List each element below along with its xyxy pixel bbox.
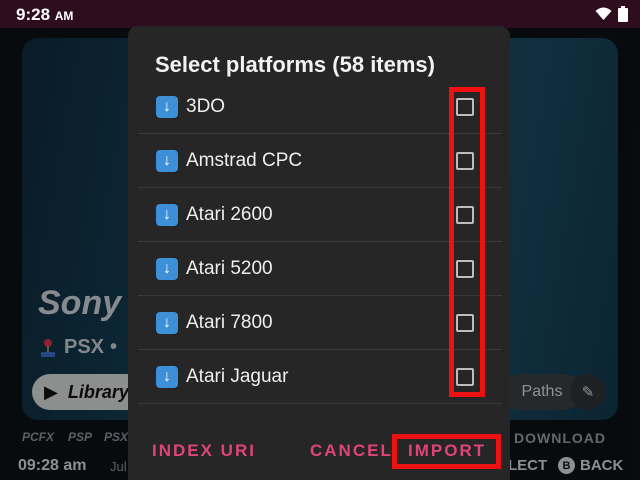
system-icons — [595, 6, 628, 22]
platform-label: Amstrad CPC — [186, 149, 303, 171]
download-arrow-icon: ↓ — [156, 365, 178, 388]
download-arrow-icon: ↓ — [156, 257, 178, 280]
list-item[interactable]: ↓ Atari 2600 — [138, 188, 502, 242]
platform-label: 3DO — [186, 95, 226, 117]
list-item[interactable]: ↓ Atari 5200 — [138, 242, 502, 296]
battery-icon — [618, 6, 628, 22]
download-arrow-icon: ↓ — [156, 149, 178, 172]
status-clock: 9:28 AM — [16, 5, 73, 25]
index-uri-button[interactable]: INDEX URI — [152, 441, 256, 461]
cancel-button[interactable]: CANCEL — [310, 441, 393, 461]
list-item[interactable]: ↓ Atari 7800 — [138, 296, 502, 350]
wifi-icon — [595, 7, 612, 20]
status-bar: 9:28 AM — [0, 0, 640, 28]
platform-label: Atari Jaguar — [186, 365, 289, 387]
download-arrow-icon: ↓ — [156, 95, 178, 118]
list-item[interactable]: ↓ Atari Jaguar — [138, 350, 502, 404]
status-ampm: AM — [54, 9, 74, 23]
platform-label: Atari 2600 — [186, 203, 273, 225]
list-item[interactable]: ↓ 3DO — [138, 80, 502, 134]
status-time: 9:28 — [16, 5, 51, 24]
import-button[interactable]: IMPORT — [392, 434, 502, 469]
platform-label: Atari 5200 — [186, 257, 273, 279]
download-arrow-icon: ↓ — [156, 311, 178, 334]
dialog-title: Select platforms (58 items) — [155, 52, 435, 77]
platform-label: Atari 7800 — [186, 311, 273, 333]
checkbox-highlight-annotation — [449, 87, 485, 397]
platform-list: ↓ 3DO ↓ Amstrad CPC ↓ Atari 2600 ↓ Atari… — [138, 80, 502, 404]
download-arrow-icon: ↓ — [156, 203, 178, 226]
list-item[interactable]: ↓ Amstrad CPC — [138, 134, 502, 188]
dialog-actions: INDEX URI CANCEL IMPORT — [128, 434, 510, 480]
